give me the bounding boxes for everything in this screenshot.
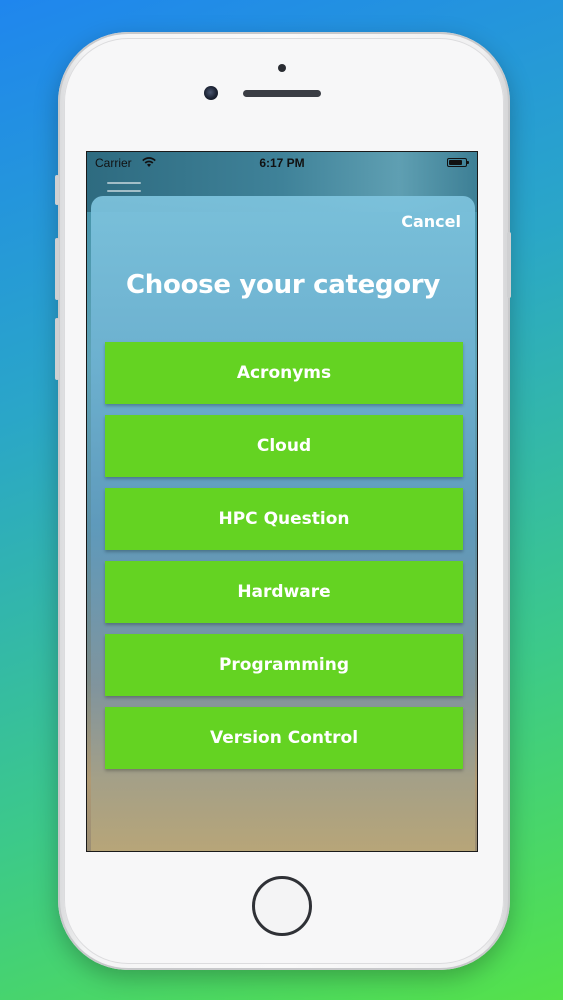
category-button-hardware[interactable]: Hardware <box>105 561 463 623</box>
hamburger-menu-icon[interactable] <box>107 182 141 194</box>
front-camera-icon <box>204 86 218 100</box>
proximity-sensor <box>278 64 286 72</box>
mute-switch <box>55 175 59 205</box>
category-button-acronyms[interactable]: Acronyms <box>105 342 463 404</box>
clock-time: 6:17 PM <box>259 156 305 170</box>
category-button-hpc-question[interactable]: HPC Question <box>105 488 463 550</box>
home-button[interactable] <box>252 876 312 936</box>
category-list: Acronyms Cloud HPC Question Hardware Pro… <box>105 342 463 780</box>
cancel-button[interactable]: Cancel <box>401 212 461 231</box>
volume-down-button <box>55 318 59 380</box>
category-button-version-control[interactable]: Version Control <box>105 707 463 769</box>
category-button-programming[interactable]: Programming <box>105 634 463 696</box>
modal-title: Choose your category <box>126 270 440 300</box>
category-modal: Cancel Choose your category Acronyms Clo… <box>91 196 475 851</box>
volume-up-button <box>55 238 59 300</box>
status-bar: Carrier 6:17 PM <box>87 152 477 174</box>
power-button <box>507 232 511 298</box>
phone-screen: Carrier 6:17 PM Cancel Choose your categ… <box>86 151 478 852</box>
battery-icon <box>447 158 469 167</box>
category-button-cloud[interactable]: Cloud <box>105 415 463 477</box>
earpiece-speaker <box>243 90 321 97</box>
